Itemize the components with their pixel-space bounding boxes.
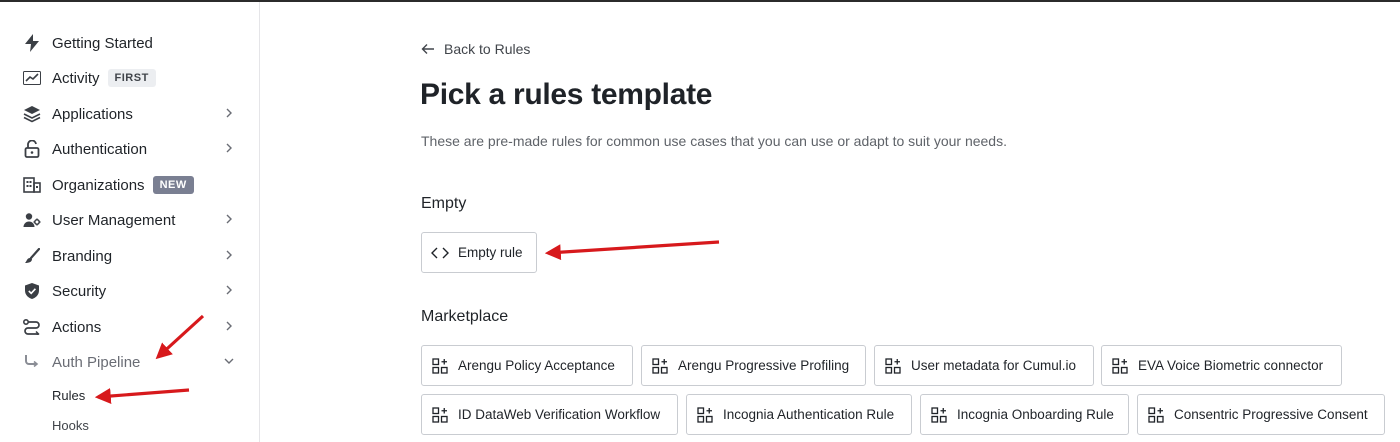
page-title: Pick a rules template: [420, 78, 713, 111]
chevron-right-icon: [226, 143, 232, 153]
sidebar-item-user-management[interactable]: User Management: [22, 205, 242, 235]
grid-plus-icon: [696, 406, 714, 424]
back-label: Back to Rules: [444, 41, 531, 57]
template-label: Empty rule: [458, 245, 523, 260]
sidebar-item-label: Actions: [52, 318, 102, 336]
grid-plus-icon: [884, 357, 902, 375]
sidebar: Getting Started Activity FIRST Applicati…: [0, 2, 260, 442]
bolt-icon: [22, 33, 42, 53]
back-to-rules-link[interactable]: Back to Rules: [421, 41, 530, 57]
sidebar-item-authentication[interactable]: Authentication: [22, 134, 242, 164]
sidebar-item-actions[interactable]: Actions: [22, 312, 242, 342]
sidebar-item-label: Auth Pipeline: [52, 353, 141, 371]
chevron-right-icon: [226, 285, 232, 295]
template-card-empty-rule[interactable]: Empty rule: [421, 232, 537, 273]
sidebar-item-applications[interactable]: Applications: [22, 99, 242, 129]
sidebar-item-label: User Management: [52, 211, 176, 229]
arrow-to-empty-rule: [544, 240, 720, 261]
template-card-eva-voice-biometric[interactable]: EVA Voice Biometric connector: [1101, 345, 1342, 386]
first-badge: FIRST: [107, 69, 156, 87]
chevron-down-icon: [224, 358, 234, 364]
chevron-right-icon: [226, 250, 232, 260]
sidebar-item-getting-started[interactable]: Getting Started: [22, 28, 242, 58]
template-label: User metadata for Cumul.io: [911, 358, 1077, 373]
code-icon: [431, 244, 449, 262]
chevron-right-icon: [226, 214, 232, 224]
template-label: Arengu Progressive Profiling: [678, 358, 850, 373]
section-title-marketplace: Marketplace: [421, 308, 509, 325]
template-label: Incognia Authentication Rule: [723, 407, 895, 422]
sidebar-item-branding[interactable]: Branding: [22, 241, 242, 271]
template-card-incognia-authentication[interactable]: Incognia Authentication Rule: [686, 394, 912, 435]
template-card-consentric-progressive-consent[interactable]: Consentric Progressive Consent: [1137, 394, 1385, 435]
grid-plus-icon: [1111, 357, 1129, 375]
grid-plus-icon: [651, 357, 669, 375]
arrow-left-icon: [421, 44, 434, 54]
users-gear-icon: [22, 210, 42, 230]
sidebar-item-organizations[interactable]: Organizations NEW: [22, 170, 242, 200]
sidebar-item-label: Activity: [52, 69, 100, 87]
sidebar-item-label: Security: [52, 282, 107, 300]
template-label: Consentric Progressive Consent: [1174, 407, 1368, 422]
template-card-arengu-policy-acceptance[interactable]: Arengu Policy Acceptance: [421, 345, 633, 386]
sidebar-item-label: Organizations: [52, 176, 145, 194]
brush-icon: [22, 246, 42, 266]
sidebar-item-auth-pipeline[interactable]: Auth Pipeline: [22, 347, 242, 377]
template-card-incognia-onboarding[interactable]: Incognia Onboarding Rule: [920, 394, 1129, 435]
sidebar-item-label: Applications: [52, 105, 133, 123]
sidebar-item-activity[interactable]: Activity FIRST: [22, 63, 242, 93]
section-title-empty: Empty: [421, 195, 467, 212]
grid-plus-icon: [431, 406, 449, 424]
template-card-id-dataweb-verification[interactable]: ID DataWeb Verification Workflow: [421, 394, 678, 435]
sidebar-item-security[interactable]: Security: [22, 276, 242, 306]
chevron-right-icon: [226, 321, 232, 331]
grid-plus-icon: [930, 406, 948, 424]
template-label: ID DataWeb Verification Workflow: [458, 407, 661, 422]
template-label: Arengu Policy Acceptance: [458, 358, 615, 373]
template-card-user-metadata-cumulio[interactable]: User metadata for Cumul.io: [874, 345, 1094, 386]
new-badge: NEW: [152, 176, 194, 194]
template-label: EVA Voice Biometric connector: [1138, 358, 1324, 373]
grid-plus-icon: [431, 357, 449, 375]
lock-icon: [22, 139, 42, 159]
grid-plus-icon: [1147, 406, 1165, 424]
pipeline-icon: [22, 352, 42, 372]
building-icon: [22, 175, 42, 195]
sidebar-item-label: Branding: [52, 247, 113, 265]
layers-icon: [22, 104, 42, 124]
sidebar-subitem-rules[interactable]: Rules: [52, 388, 85, 403]
shield-icon: [22, 281, 42, 301]
chart-icon: [22, 68, 42, 88]
chevron-right-icon: [226, 108, 232, 118]
template-label: Incognia Onboarding Rule: [957, 407, 1114, 422]
page-description: These are pre-made rules for common use …: [421, 133, 1007, 149]
flow-icon: [22, 317, 42, 337]
sidebar-item-label: Getting Started: [52, 34, 153, 52]
template-card-arengu-progressive-profiling[interactable]: Arengu Progressive Profiling: [641, 345, 866, 386]
sidebar-item-label: Authentication: [52, 140, 148, 158]
sidebar-subitem-hooks[interactable]: Hooks: [52, 418, 89, 433]
